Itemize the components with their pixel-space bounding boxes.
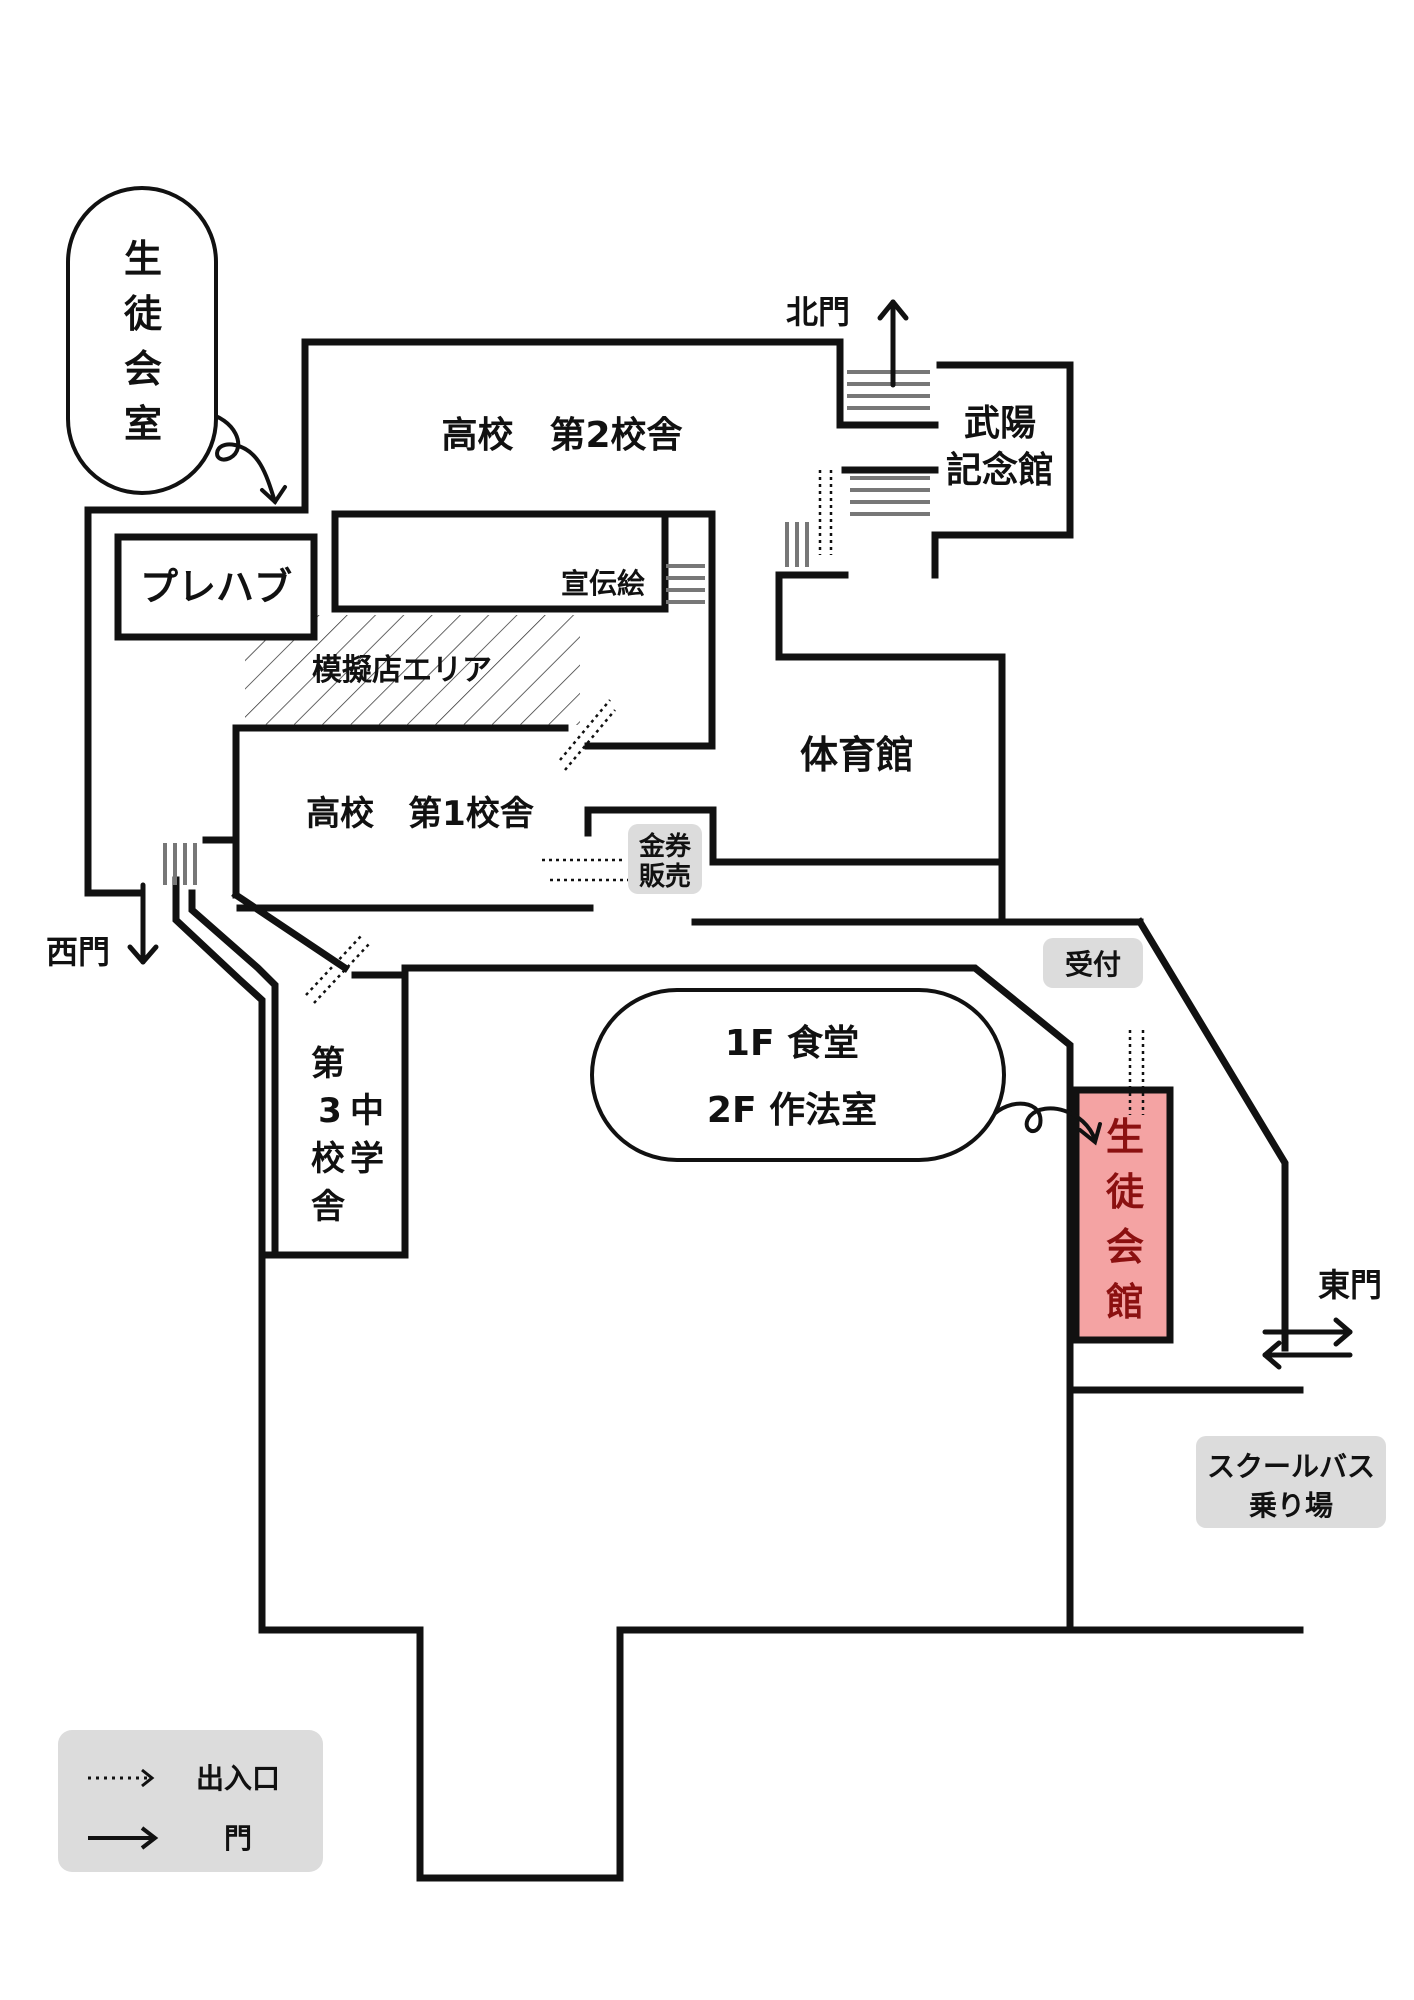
- stairs-takeyo: [850, 476, 930, 516]
- jhs3-char: 中: [350, 1091, 384, 1131]
- jhs3-label: 第 3 中 校 学 舎: [311, 1044, 384, 1227]
- mock-area-label: 模擬店エリア: [312, 653, 492, 688]
- stairs-gym: [785, 522, 809, 567]
- stairs-promo: [666, 564, 705, 604]
- reception-label: 受付: [1065, 948, 1121, 981]
- north-gate-label: 北門: [786, 293, 850, 331]
- hs2-label: 高校 第2校舎: [441, 415, 682, 456]
- ticket-label-1: 金券: [638, 831, 692, 862]
- student-room-char: 会: [124, 347, 162, 391]
- student-room-char: 室: [124, 402, 162, 446]
- cafeteria-1f-label: 1F 食堂: [725, 1023, 859, 1064]
- east-gate-label: 東門: [1318, 1266, 1382, 1304]
- student-hall-char: 徒: [1105, 1170, 1145, 1214]
- takeyo-label-1: 武陽: [964, 403, 1036, 444]
- jhs3-char: 学: [350, 1139, 384, 1179]
- student-room-char: 徒: [123, 292, 163, 336]
- west-gate-arrow: [127, 882, 159, 965]
- bus-label-2: 乗り場: [1249, 1489, 1333, 1522]
- etiquette-2f-label: 2F 作法室: [707, 1090, 877, 1131]
- east-gate-arrow: [1262, 1317, 1353, 1370]
- stairs-west: [163, 843, 197, 885]
- gym-label: 体育館: [800, 733, 914, 777]
- legend-gate-label: 門: [224, 1822, 252, 1855]
- student-hall-char: 会: [1106, 1225, 1144, 1269]
- takeyo-label-2: 記念館: [946, 449, 1054, 491]
- south-block: [258, 1251, 1304, 1882]
- jhs3-char: 舎: [311, 1187, 345, 1227]
- student-room-char: 生: [124, 237, 162, 281]
- stairs-north: [847, 370, 930, 410]
- ticket-label-2: 販売: [639, 862, 691, 892]
- promo-art-label: 宣伝絵: [561, 567, 645, 600]
- legend-box: [58, 1730, 323, 1872]
- hs1-label: 高校 第1校舎: [306, 794, 534, 834]
- jhs3-char: 校: [311, 1139, 345, 1179]
- west-gate-label: 西門: [46, 933, 110, 971]
- legend-entrance-label: 出入口: [196, 1762, 280, 1795]
- bus-label-1: スクールバス: [1207, 1450, 1375, 1483]
- cafeteria-bubble: [590, 988, 1006, 1162]
- student-room-bubble: [66, 186, 218, 495]
- prefab-label: プレハブ: [140, 565, 292, 609]
- student-hall-char: 生: [1106, 1115, 1144, 1159]
- mock-area-east-wall: [584, 510, 716, 750]
- campus-map: 高校 第2校舎 高校 第1校舎 プレハブ 模擬店エリア 宣伝絵 体育館 武陽 記…: [46, 186, 1386, 1882]
- jhs3-char: 3: [318, 1091, 342, 1131]
- jhs3-char: 第: [311, 1044, 345, 1084]
- student-hall-char: 館: [1106, 1280, 1144, 1324]
